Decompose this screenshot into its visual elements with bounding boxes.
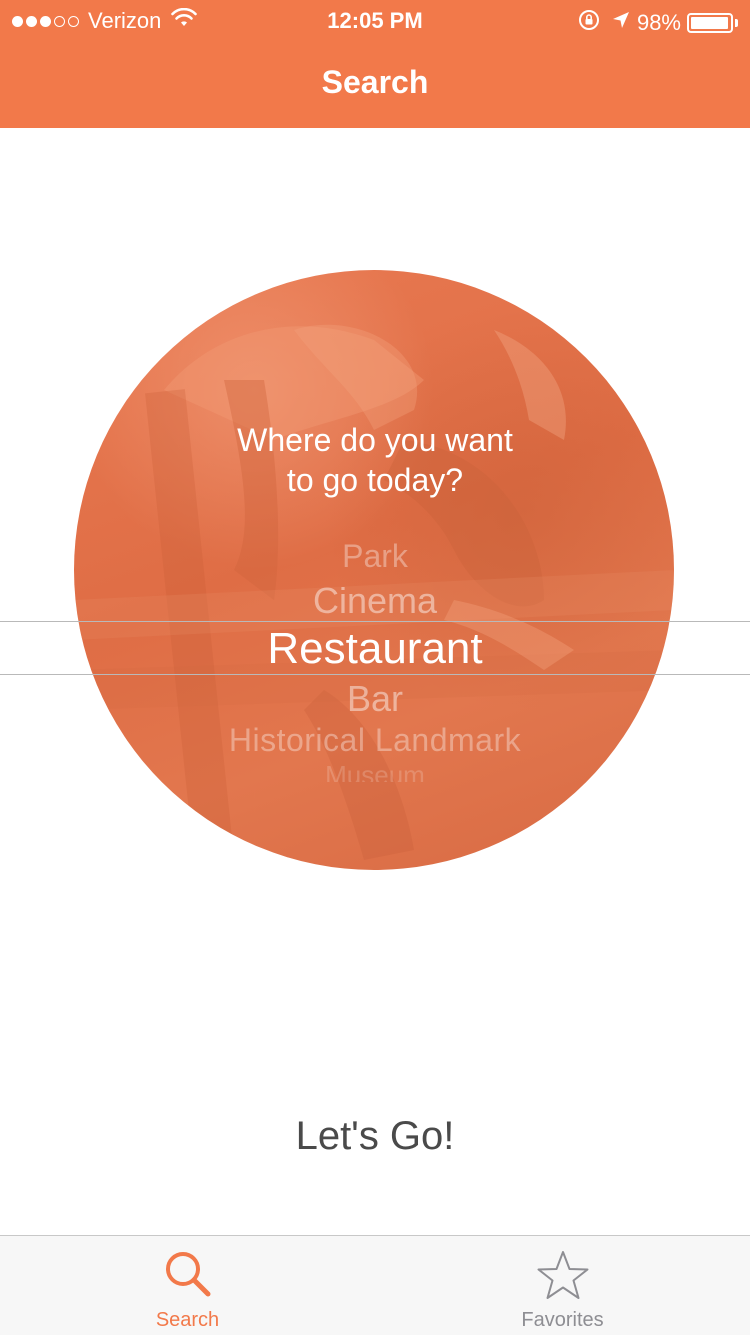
question-line-1: Where do you want xyxy=(237,422,513,458)
lets-go-button[interactable]: Let's Go! xyxy=(0,1114,750,1159)
tab-favorites-label: Favorites xyxy=(521,1309,604,1331)
location-arrow-icon xyxy=(611,10,631,36)
picker-option-historical-landmark[interactable]: Historical Landmark xyxy=(0,722,750,759)
tab-search[interactable]: Search xyxy=(0,1236,375,1335)
battery-percent: 98% xyxy=(636,10,681,35)
question-line-2: to go today? xyxy=(286,462,464,498)
picker-question: Where do you want to go today? xyxy=(0,420,750,500)
battery-level xyxy=(691,17,728,29)
status-right: 98% xyxy=(577,8,738,38)
picker-option-cinema[interactable]: Cinema xyxy=(0,580,750,622)
picker-option-park[interactable]: Park xyxy=(0,538,750,575)
tab-search-label: Search xyxy=(155,1309,220,1331)
picker-selection-top-line xyxy=(0,621,750,622)
tab-bar: Search Favorites xyxy=(0,1235,750,1335)
search-icon xyxy=(0,1248,375,1302)
tab-favorites[interactable]: Favorites xyxy=(375,1236,750,1335)
picker-selection-bottom-line xyxy=(0,674,750,675)
star-icon xyxy=(375,1248,750,1304)
picker-option-restaurant-selected[interactable]: Restaurant xyxy=(0,624,750,674)
status-bar: Verizon 12:05 PM 98% xyxy=(0,0,750,40)
rotation-lock-icon xyxy=(577,8,601,38)
picker-option-museum[interactable]: Museum xyxy=(0,760,750,782)
header: Verizon 12:05 PM 98% Search xyxy=(0,0,750,128)
battery-icon xyxy=(687,13,733,33)
page-title: Search xyxy=(321,64,429,100)
battery-tip xyxy=(735,19,738,27)
picker-option-bar[interactable]: Bar xyxy=(0,678,750,720)
